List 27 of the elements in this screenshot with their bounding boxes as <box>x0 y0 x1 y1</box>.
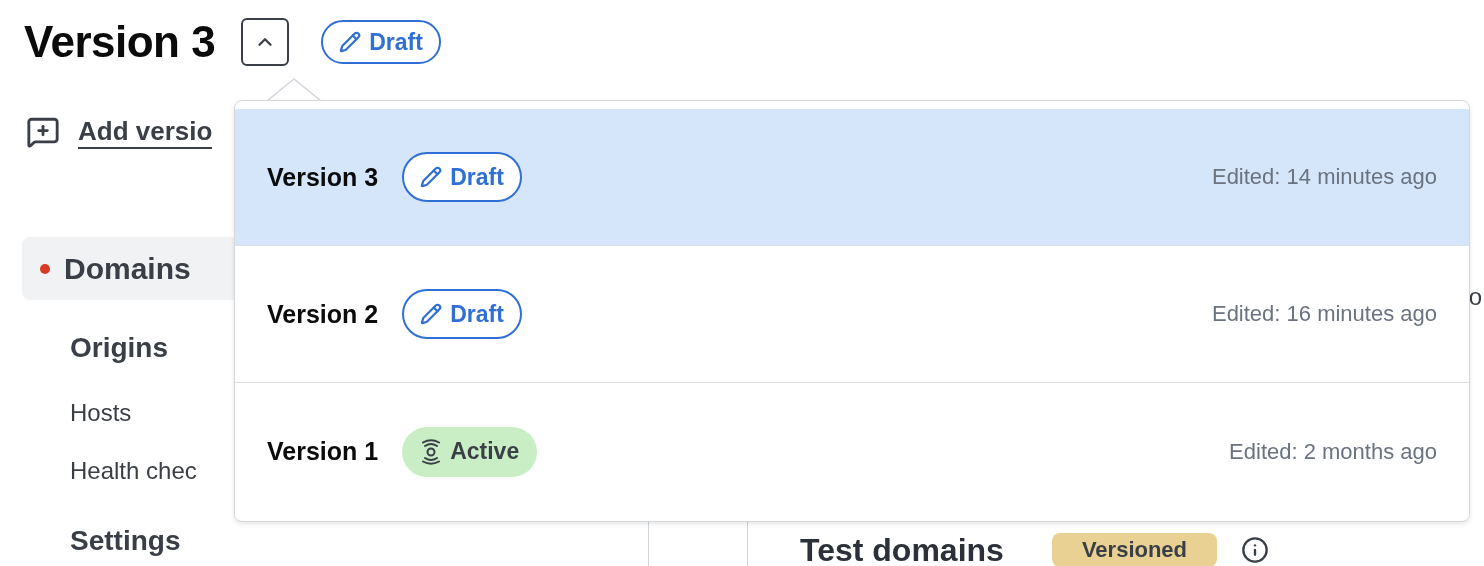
version-menu-toggle[interactable] <box>241 18 290 66</box>
edited-time: Edited: 2 months ago <box>1229 438 1437 465</box>
version-menu-item[interactable]: Version 1 Active Edited: 2 months ago <box>235 383 1469 520</box>
version-name: Version 2 <box>267 299 379 329</box>
pencil-icon <box>420 303 443 325</box>
page-title: Version 3 <box>24 18 216 66</box>
edited-time: Edited: 16 minutes ago <box>1211 301 1437 327</box>
section-title: Test domains <box>800 531 1004 566</box>
version-name: Version 3 <box>267 162 379 192</box>
pencil-icon <box>420 166 443 188</box>
version-name: Version 1 <box>267 437 379 466</box>
add-version-link[interactable]: Add versio <box>78 115 213 149</box>
selected-dot <box>40 263 50 274</box>
status-badge: Active <box>402 426 538 477</box>
status-badge: Draft <box>321 20 441 64</box>
sidebar-item[interactable]: Settings <box>22 523 582 559</box>
status-badge: Draft <box>402 289 522 339</box>
edited-time: Edited: 14 minutes ago <box>1211 164 1437 190</box>
signal-icon <box>420 438 443 465</box>
version-menu-item[interactable]: Version 3 Draft Edited: 14 minutes ago <box>235 109 1469 246</box>
version-menu-item[interactable]: Version 2 Draft Edited: 16 minutes ago <box>235 246 1469 383</box>
pencil-icon <box>339 31 362 53</box>
comment-plus-icon <box>26 115 60 149</box>
content-text: o <box>1468 282 1482 312</box>
info-icon[interactable] <box>1241 536 1270 564</box>
versioned-badge: Versioned <box>1051 533 1218 566</box>
status-badge: Draft <box>402 152 522 202</box>
